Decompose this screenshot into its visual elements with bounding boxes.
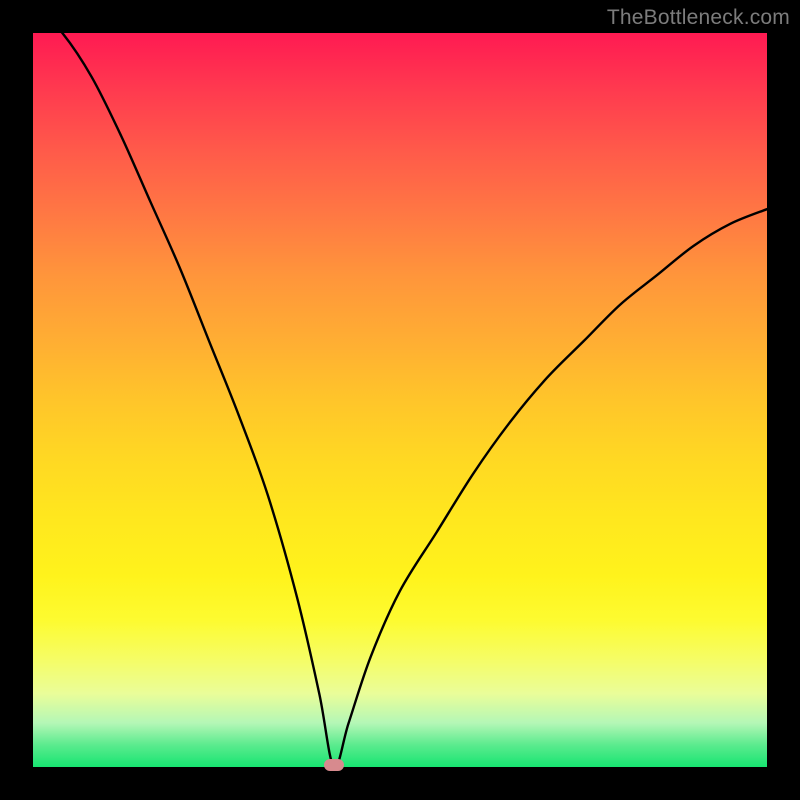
- minimum-marker: [324, 759, 344, 771]
- plot-area: [33, 33, 767, 767]
- curve-svg: [33, 33, 767, 767]
- chart-frame: TheBottleneck.com: [0, 0, 800, 800]
- watermark-text: TheBottleneck.com: [607, 6, 790, 30]
- bottleneck-curve: [33, 33, 767, 767]
